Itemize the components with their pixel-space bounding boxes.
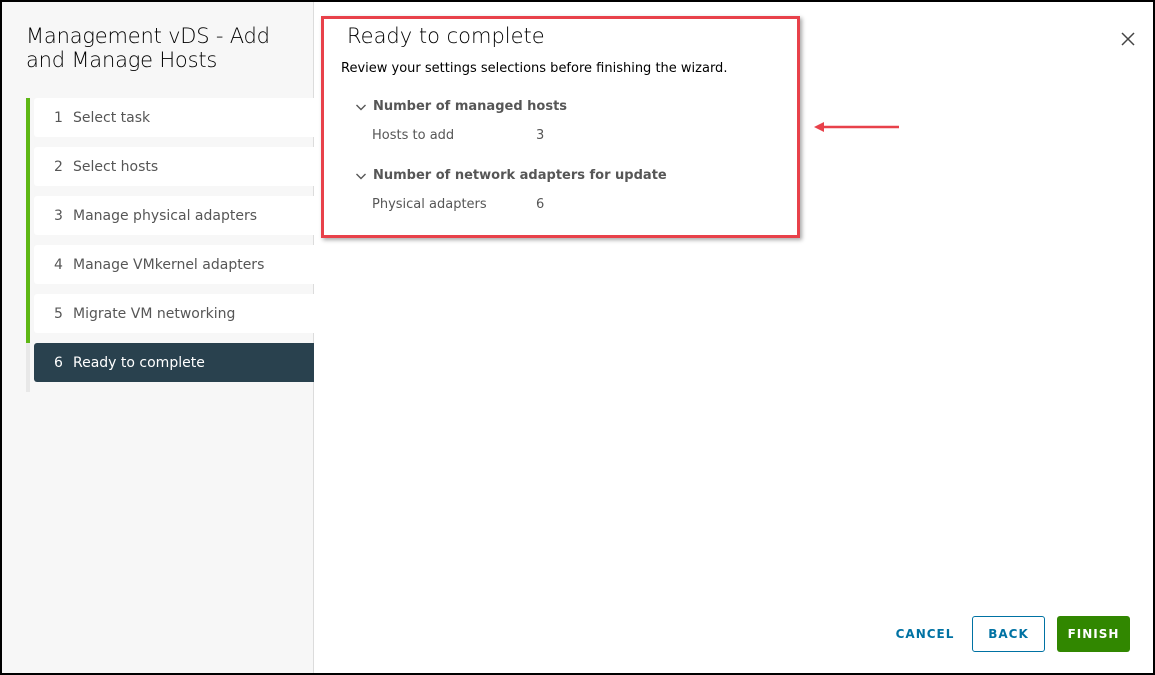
- section-heading: Number of network adapters for update: [373, 168, 667, 183]
- step-label: Manage physical adapters: [73, 207, 257, 224]
- summary-row: Hosts to add 3: [372, 128, 544, 143]
- chevron-down-icon: [356, 104, 366, 110]
- section-managed-hosts[interactable]: Number of managed hosts: [355, 99, 567, 114]
- row-value: 3: [536, 128, 545, 143]
- step-select-hosts[interactable]: 2 Select hosts: [26, 137, 314, 196]
- step-number: 3: [54, 207, 63, 224]
- back-button[interactable]: BACK: [972, 616, 1045, 652]
- wizard-steps: 1 Select task 2 Select hosts 3 Manage ph…: [26, 98, 314, 392]
- section-heading: Number of managed hosts: [373, 99, 568, 114]
- wizard-dialog: Management vDS - Add and Manage Hosts 1 …: [2, 2, 1153, 673]
- step-label: Ready to complete: [73, 354, 205, 371]
- page-description: Review your settings selections before f…: [341, 61, 728, 76]
- step-number: 4: [54, 256, 63, 273]
- wizard-content: Ready to complete Review your settings s…: [315, 2, 1153, 673]
- page-title: Ready to complete: [347, 24, 545, 48]
- cancel-button[interactable]: CANCEL: [890, 616, 960, 652]
- step-number: 1: [54, 109, 63, 126]
- step-label: Select task: [73, 109, 151, 126]
- wizard-title: Management vDS - Add and Manage Hosts: [26, 24, 270, 72]
- step-number: 5: [54, 305, 63, 322]
- chevron-down-icon: [356, 173, 366, 179]
- step-select-task[interactable]: 1 Select task: [26, 98, 314, 147]
- row-value: 6: [536, 197, 545, 212]
- step-ready-to-complete[interactable]: 6 Ready to complete: [34, 343, 314, 382]
- step-manage-vmkernel-adapters[interactable]: 4 Manage VMkernel adapters: [26, 235, 314, 294]
- section-network-adapters[interactable]: Number of network adapters for update: [355, 168, 667, 183]
- step-label: Select hosts: [73, 158, 159, 175]
- finish-button[interactable]: FINISH: [1057, 616, 1130, 652]
- step-label: Migrate VM networking: [73, 305, 236, 322]
- wizard-sidebar: Management vDS - Add and Manage Hosts 1 …: [2, 2, 314, 673]
- row-label: Physical adapters: [372, 197, 487, 212]
- step-manage-physical-adapters[interactable]: 3 Manage physical adapters: [26, 186, 314, 245]
- step-number: 2: [54, 158, 63, 175]
- step-label: Manage VMkernel adapters: [73, 256, 265, 273]
- row-label: Hosts to add: [372, 128, 455, 143]
- close-icon[interactable]: [1119, 30, 1137, 48]
- step-migrate-vm-networking[interactable]: 5 Migrate VM networking: [26, 284, 314, 343]
- step-number: 6: [54, 354, 63, 371]
- summary-row: Physical adapters 6: [372, 197, 544, 212]
